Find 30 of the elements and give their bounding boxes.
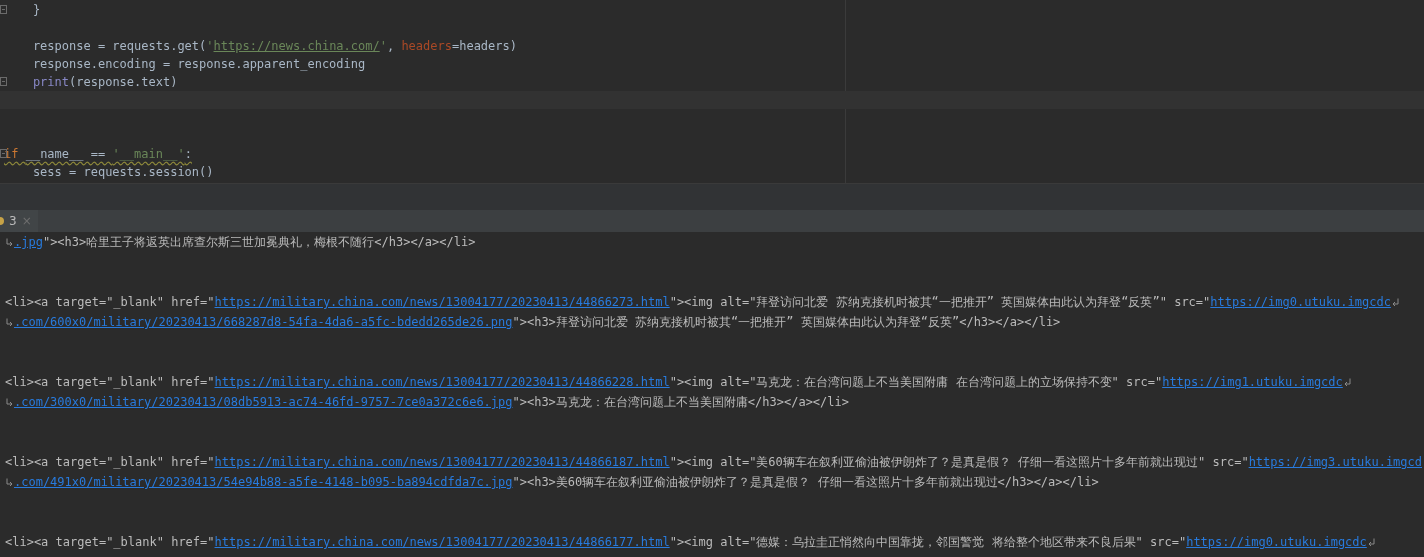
console-link[interactable]: https://military.china.com/news/13004177/20230413/44866228.html <box>214 375 670 389</box>
console-link[interactable]: https://img3.utuku.imgcd <box>1248 455 1422 469</box>
console-text: "><h3>拜登访问北爱 苏纳克接机时被其“一把推开” 英国媒体由此认为拜登“反英”</h3></a></li> <box>512 313 1061 331</box>
console-link[interactable]: .com/300x0/military/20230413/08db5913-ac74-46fd-9757-7ce0a372c6e6.jpg <box>14 395 513 409</box>
console-text: <li><a target="_blank" href=" <box>5 535 215 549</box>
run-tab[interactable]: 3 × <box>0 210 38 232</box>
console-link[interactable]: https://military.china.com/news/13004177/20230413/44866273.html <box>214 295 670 309</box>
code-line: response = requests.get('https://news.china.com/', headers=headers) <box>31 38 517 54</box>
console-text: "><img alt="德媒：乌拉圭正悄然向中国靠拢，邻国警觉 将给整个地区带来不良后果" src=" <box>669 533 1187 551</box>
code-line: } <box>31 2 41 18</box>
console-link[interactable]: https://img0.utuku.imgcdc <box>1186 535 1367 549</box>
console-text: <li><a target="_blank" href=" <box>5 375 215 389</box>
console-text: "><h3>美60辆车在叙利亚偷油被伊朗炸了？是真是假？ 仔细一看这照片十多年前就出现过</h3></a></li> <box>512 473 1099 491</box>
code-line: response.encoding = response.apparent_encoding <box>31 56 366 72</box>
console-link[interactable]: .com/600x0/military/20230413/668287d8-54fa-4da6-a5fc-bdedd265de26.png <box>14 315 513 329</box>
console-link[interactable]: https://military.china.com/news/13004177/20230413/44866187.html <box>214 455 670 469</box>
console-text: "><img alt="美60辆车在叙利亚偷油被伊朗炸了？是真是假？ 仔细一看这照片十多年前就出现过" src=" <box>669 453 1249 471</box>
code-line: sess = requests.session() <box>31 164 214 180</box>
console-text: "><h3>马克龙：在台湾问题上不当美国附庸</h3></a></li> <box>512 393 849 411</box>
console-text: "><img alt="马克龙：在台湾问题上不当美国附庸 在台湾问题上的立场保持不变" src=" <box>669 373 1163 391</box>
console-link[interactable]: https://military.china.com/news/13004177/20230413/44866177.html <box>214 535 670 549</box>
console-link[interactable]: https://img1.utuku.imgcdc <box>1162 375 1343 389</box>
console-text: "><img alt="拜登访问北爱 苏纳克接机时被其“一把推开” 英国媒体由此认为拜登“反英”" src=" <box>669 293 1211 311</box>
code-line: print(response.text) <box>31 74 178 90</box>
console-link[interactable]: https://img0.utuku.imgcdc <box>1210 295 1391 309</box>
console-link[interactable]: .com/491x0/military/20230413/54e94b88-a5fe-4148-b095-ba894cdfda7c.jpg <box>14 475 513 489</box>
console-link[interactable]: .jpg <box>14 235 43 249</box>
console-text: "><h3>哈里王子将返英出席查尔斯三世加冕典礼，梅根不随行</h3></a></li> <box>42 233 476 251</box>
console-text: <li><a target="_blank" href=" <box>5 295 215 309</box>
console-text: <li><a target="_blank" href=" <box>5 455 215 469</box>
